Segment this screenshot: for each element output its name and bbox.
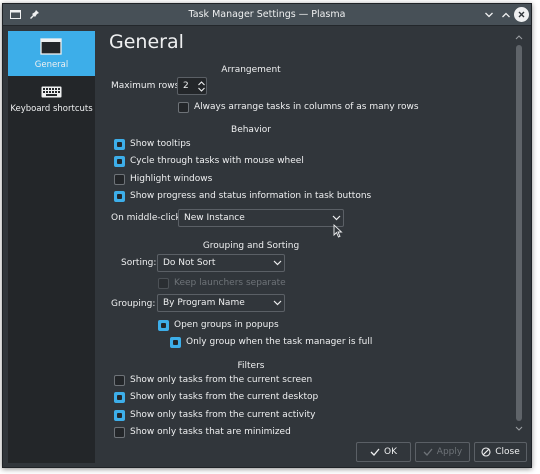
- sidebar-item-label: General: [34, 60, 69, 70]
- open-popups-row[interactable]: Open groups in popups: [158, 317, 279, 333]
- open-popups-label: Open groups in popups: [174, 320, 279, 330]
- sorting-combo[interactable]: Do Not Sort: [157, 254, 285, 272]
- only-group-full-label: Only group when the task manager is full: [186, 337, 373, 347]
- sorting-label: Sorting:: [121, 258, 157, 268]
- section-heading-arrangement: Arrangement: [221, 65, 281, 75]
- show-progress-label: Show progress and status information in …: [130, 191, 372, 201]
- scroll-up-icon: [515, 35, 523, 40]
- filter-screen-row[interactable]: Show only tasks from the current screen: [114, 372, 312, 388]
- filter-activity-label: Show only tasks from the current activit…: [130, 410, 316, 420]
- highlight-windows-checkbox[interactable]: [114, 173, 125, 185]
- ok-button[interactable]: OK: [356, 442, 411, 462]
- sorting-value: Do Not Sort: [163, 258, 216, 268]
- filter-minimized-row[interactable]: Show only tasks that are minimized: [114, 424, 291, 440]
- settings-page: General Arrangement Maximum rows: 2 Alwa…: [101, 26, 529, 466]
- show-progress-checkbox[interactable]: [114, 190, 125, 202]
- max-rows-spinbox[interactable]: 2: [177, 77, 207, 95]
- keep-launchers-label: Keep launchers separate: [174, 278, 286, 288]
- minimize-button[interactable]: [481, 7, 496, 22]
- middle-click-combo[interactable]: New Instance: [178, 209, 344, 227]
- settings-window: Task Manager Settings — Plasma General K…: [2, 3, 532, 468]
- columns-checkbox-row[interactable]: Always arrange tasks in columns of as ma…: [178, 99, 419, 115]
- titlebar: Task Manager Settings — Plasma: [3, 4, 531, 26]
- only-group-full-row[interactable]: Only group when the task manager is full: [170, 334, 372, 350]
- filter-activity-checkbox[interactable]: [114, 409, 125, 421]
- show-tooltips-row[interactable]: Show tooltips: [114, 136, 191, 152]
- show-progress-row[interactable]: Show progress and status information in …: [114, 188, 371, 204]
- highlight-windows-label: Highlight windows: [130, 174, 213, 184]
- keep-launchers-row[interactable]: Keep launchers separate: [158, 275, 286, 291]
- filter-desktop-label: Show only tasks from the current desktop: [130, 392, 319, 402]
- sidebar-item-label: Keyboard shortcuts: [10, 104, 93, 114]
- chevron-down-icon: [270, 260, 284, 266]
- scrollbar-thumb[interactable]: [516, 45, 522, 421]
- chevron-up-icon: [501, 12, 510, 17]
- cycle-wheel-row[interactable]: Cycle through tasks with mouse wheel: [114, 153, 304, 169]
- max-rows-label: Maximum rows:: [111, 81, 183, 91]
- highlight-windows-row[interactable]: Highlight windows: [114, 171, 212, 187]
- max-rows-value: 2: [183, 81, 189, 91]
- page-title: General: [109, 31, 184, 53]
- sidebar-item-general[interactable]: General: [8, 31, 95, 76]
- keyboard-icon: [41, 86, 62, 101]
- apply-label: Apply: [436, 447, 463, 457]
- grouping-value: By Program Name: [163, 298, 245, 308]
- filter-screen-label: Show only tasks from the current screen: [130, 375, 313, 385]
- section-heading-grouping: Grouping and Sorting: [202, 241, 300, 251]
- cancel-icon: [481, 447, 491, 457]
- close-icon: [518, 11, 525, 18]
- only-group-full-checkbox[interactable]: [170, 336, 181, 348]
- filter-minimized-checkbox[interactable]: [114, 426, 125, 438]
- sidebar-item-keyboard-shortcuts[interactable]: Keyboard shortcuts: [8, 81, 95, 126]
- close-button[interactable]: Close: [474, 442, 527, 462]
- filter-desktop-checkbox[interactable]: [114, 391, 125, 403]
- cycle-wheel-checkbox[interactable]: [114, 155, 125, 167]
- show-tooltips-checkbox[interactable]: [114, 138, 125, 150]
- category-sidebar: General Keyboard shortcuts: [8, 31, 95, 463]
- maximize-button[interactable]: [498, 7, 513, 22]
- filter-desktop-row[interactable]: Show only tasks from the current desktop: [114, 389, 318, 405]
- keep-launchers-checkbox[interactable]: [158, 277, 169, 289]
- chevron-down-icon: [270, 300, 284, 306]
- show-tooltips-label: Show tooltips: [130, 139, 191, 149]
- chevron-down-icon: [329, 215, 343, 221]
- filter-activity-row[interactable]: Show only tasks from the current activit…: [114, 407, 315, 423]
- checkmark-icon: [370, 448, 380, 456]
- middle-click-label: On middle-click:: [111, 213, 184, 223]
- middle-click-value: New Instance: [184, 213, 245, 223]
- filter-minimized-label: Show only tasks that are minimized: [130, 427, 291, 437]
- grouping-label: Grouping:: [111, 299, 156, 309]
- display-icon: [40, 38, 62, 59]
- vertical-scrollbar[interactable]: [515, 34, 523, 432]
- section-heading-filters: Filters: [237, 361, 265, 371]
- spin-arrows-icon: [198, 80, 205, 92]
- ok-label: OK: [384, 447, 397, 457]
- open-popups-checkbox[interactable]: [158, 319, 169, 331]
- chevron-down-icon: [484, 12, 493, 17]
- apply-button[interactable]: Apply: [415, 442, 470, 462]
- filter-screen-checkbox[interactable]: [114, 374, 125, 386]
- window-title: Task Manager Settings — Plasma: [188, 9, 346, 20]
- columns-checkbox[interactable]: [178, 101, 189, 113]
- section-heading-behavior: Behavior: [231, 125, 271, 135]
- columns-label: Always arrange tasks in columns of as ma…: [194, 102, 419, 112]
- checkmark-icon: [423, 448, 433, 456]
- grouping-combo[interactable]: By Program Name: [157, 294, 285, 312]
- scroll-down-icon: [515, 426, 523, 431]
- cycle-wheel-label: Cycle through tasks with mouse wheel: [130, 156, 304, 166]
- close-window-button[interactable]: [514, 7, 529, 22]
- mouse-cursor-icon: [333, 223, 343, 241]
- close-label: Close: [495, 447, 520, 457]
